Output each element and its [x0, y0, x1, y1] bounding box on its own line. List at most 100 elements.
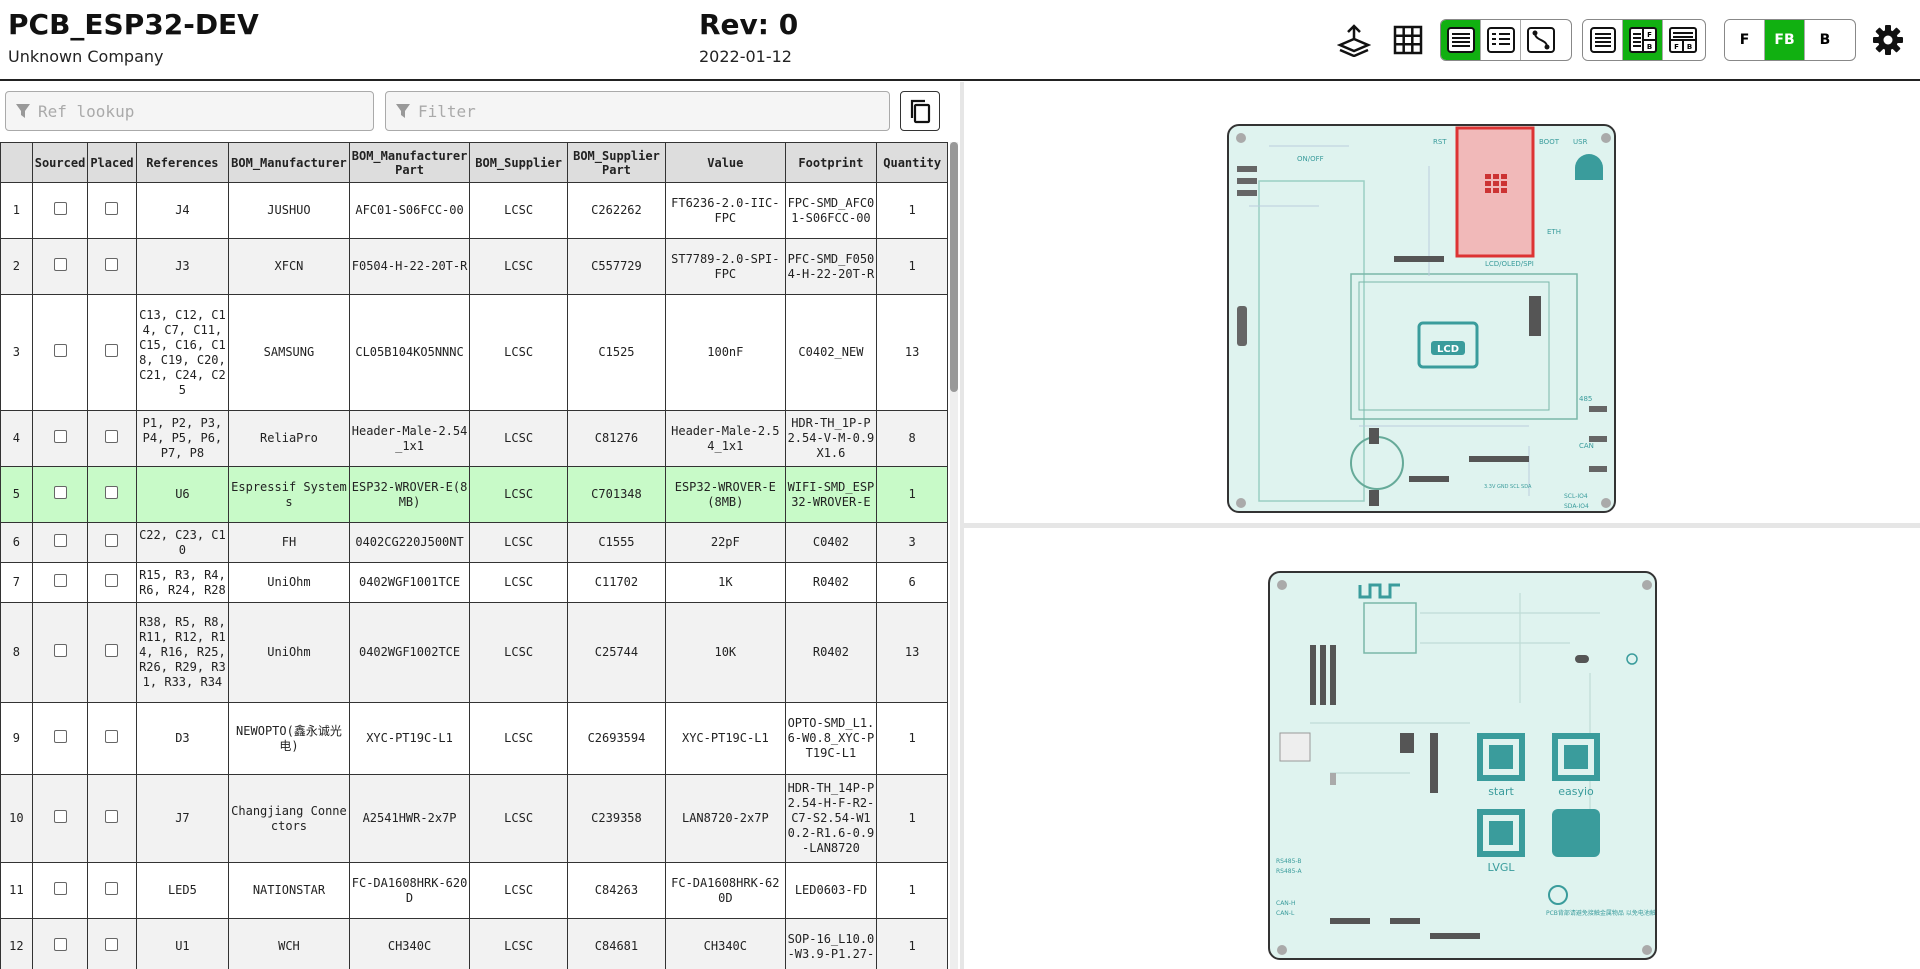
footprint-cell: HDR-TH_1P-P2.54-V-M-0.9X1.6 [784, 410, 878, 467]
table-row[interactable]: 7 R15, R3, R4, R6, R24, R28 UniOhm 0402WGF1… [0, 562, 948, 603]
placed-checkbox[interactable] [105, 644, 119, 657]
placed-checkbox[interactable] [105, 534, 119, 547]
table-row[interactable]: 8 R38, R5, R8, R11, R12, R14, R16, R25, R… [0, 602, 948, 703]
qr-lvgl-label: LVGL [1487, 861, 1515, 874]
bom-left-right-button[interactable] [1441, 20, 1481, 60]
bom-left-right-icon [1446, 27, 1475, 53]
sourced-checkbox[interactable] [53, 258, 67, 271]
placed-checkbox[interactable] [105, 810, 119, 823]
header-value[interactable]: Value [665, 142, 786, 183]
filter-input[interactable]: Filter [385, 91, 890, 131]
table-row[interactable]: 3 C13, C12, C14, C7, C11, C15, C16, C18, … [0, 294, 948, 411]
placed-checkbox[interactable] [105, 486, 119, 499]
table-row[interactable]: 6 C22, C23, C10 FH 0402CG220J500NT LCSC C1555… [0, 522, 948, 563]
placed-checkbox[interactable] [105, 938, 119, 951]
copy-bom-button[interactable] [900, 91, 940, 131]
supplier-part-cell: C1555 [566, 522, 667, 563]
manufacturer-part-cell: CL05B104KO5NNNC [348, 294, 471, 411]
sourced-checkbox[interactable] [53, 882, 67, 895]
placed-cell [87, 862, 137, 919]
sourced-checkbox[interactable] [53, 486, 67, 499]
eth-label: ETH [1547, 228, 1561, 236]
settings-button[interactable] [1868, 20, 1908, 60]
table-row[interactable]: 10 J7 Changjiang Connectors A2541HWR-2x7P LC… [0, 774, 948, 863]
can-l-label: CAN-L [1276, 910, 1295, 917]
layer-both-button[interactable]: FB [1765, 20, 1805, 60]
supplier-part-cell: C2693594 [566, 702, 667, 775]
value-cell: FT6236-2.0-IIC-FPC [665, 182, 786, 239]
footprint-cell: C0402_NEW [784, 294, 878, 411]
placed-cell [87, 522, 137, 563]
front-board-canvas[interactable]: LCD ON/OFF RST BOOT USR LCD/OLED/SPI ETH… [1227, 124, 1616, 513]
value-cell: 1K [665, 562, 786, 603]
header-placed[interactable]: Placed [87, 142, 137, 183]
layer-front-button[interactable]: F [1725, 20, 1765, 60]
placed-cell [87, 410, 137, 467]
bom-top-drawings-bottom-button[interactable]: FB [1663, 20, 1703, 60]
supplier-cell: LCSC [469, 294, 568, 411]
revision-label: Rev: 0 [699, 8, 799, 41]
sourced-checkbox[interactable] [53, 202, 67, 215]
sourced-checkbox[interactable] [53, 810, 67, 823]
sourced-checkbox[interactable] [53, 574, 67, 587]
table-row[interactable]: 5 U6 Espressif Systems ESP32-WROVER-E(8MB) L… [0, 466, 948, 523]
back-board-canvas[interactable]: start easyio LVGL RS485-B RS485-A CAN-H … [1268, 571, 1657, 960]
header-index[interactable] [0, 142, 33, 183]
header-supplier[interactable]: BOM_Supplier [469, 142, 568, 183]
netlist-button[interactable] [1521, 20, 1561, 60]
header-sourced[interactable]: Sourced [31, 142, 89, 183]
table-row[interactable]: 9 D3 NEWOPTO(鑫永诚光电) XYC-PT19C-L1 LCSC C269359… [0, 702, 948, 775]
table-row[interactable]: 2 J3 XFCN F0504-H-22-20T-R LCSC C557729 ST7789… [0, 238, 948, 295]
layout-mode-group: FB FB [1582, 19, 1706, 61]
bom-top-bottom-button[interactable] [1481, 20, 1521, 60]
placed-checkbox[interactable] [105, 574, 119, 587]
sourced-checkbox[interactable] [53, 730, 67, 743]
table-row[interactable]: 12 U1 WCH CH340C LCSC C84681 CH340C SOP-16_L10.… [0, 918, 948, 969]
ref-lookup-input[interactable]: Ref lookup [5, 91, 374, 131]
row-number-cell: 5 [0, 466, 33, 523]
value-cell: 10K [665, 602, 786, 703]
header-footprint[interactable]: Footprint [784, 142, 878, 183]
rst-label: RST [1433, 138, 1447, 146]
placed-checkbox[interactable] [105, 344, 119, 357]
header-manufacturer[interactable]: BOM_Manufacturer [228, 142, 350, 183]
ref-lookup-placeholder: Ref lookup [38, 101, 135, 121]
grid-toggle-button[interactable] [1388, 20, 1428, 60]
layer-back-button[interactable]: B [1805, 20, 1845, 60]
sourced-checkbox[interactable] [53, 644, 67, 657]
sourced-checkbox[interactable] [53, 534, 67, 547]
sourced-checkbox[interactable] [53, 430, 67, 443]
table-row[interactable]: 4 P1, P2, P3, P4, P5, P6, P7, P8 ReliaPro H… [0, 410, 948, 467]
placed-cell [87, 918, 137, 969]
bom-scrollbar-thumb[interactable] [950, 142, 958, 392]
bom-left-drawings-right-button[interactable]: FB [1623, 20, 1663, 60]
header-supplier-part[interactable]: BOM_Supplier Part [566, 142, 667, 183]
board-title: PCB_ESP32-DEV [8, 8, 259, 41]
placed-checkbox[interactable] [105, 882, 119, 895]
placed-checkbox[interactable] [105, 258, 119, 271]
bom-only-button[interactable] [1583, 20, 1623, 60]
header-references[interactable]: References [135, 142, 230, 183]
bom-scrollbar[interactable] [950, 142, 958, 969]
placed-cell [87, 602, 137, 703]
placed-checkbox[interactable] [105, 430, 119, 443]
lcd-oled-spi-label: LCD/OLED/SPI [1485, 260, 1534, 268]
header-quantity[interactable]: Quantity [876, 142, 948, 183]
references-cell: J3 [135, 238, 230, 295]
sourced-cell [31, 702, 89, 775]
row-number-cell: 4 [0, 410, 33, 467]
supplier-cell: LCSC [469, 774, 568, 863]
table-row[interactable]: 11 LED5 NATIONSTAR FC-DA1608HRK-620D LCSC C84… [0, 862, 948, 919]
value-cell: ST7789-2.0-SPI-FPC [665, 238, 786, 295]
placed-checkbox[interactable] [105, 730, 119, 743]
bom-top-drawings-bottom-icon: FB [1669, 27, 1697, 53]
supplier-cell: LCSC [469, 410, 568, 467]
sourced-checkbox[interactable] [53, 344, 67, 357]
upload-layers-button[interactable] [1334, 20, 1374, 60]
header-manufacturer-part[interactable]: BOM_Manufacturer Part [348, 142, 471, 183]
bom-mode-group [1440, 19, 1572, 61]
sourced-checkbox[interactable] [53, 938, 67, 951]
horizontal-split-handle[interactable] [964, 523, 1920, 528]
placed-checkbox[interactable] [105, 202, 119, 215]
table-row[interactable]: 1 J4 JUSHUO AFC01-S06FCC-00 LCSC C262262 FT623… [0, 182, 948, 239]
